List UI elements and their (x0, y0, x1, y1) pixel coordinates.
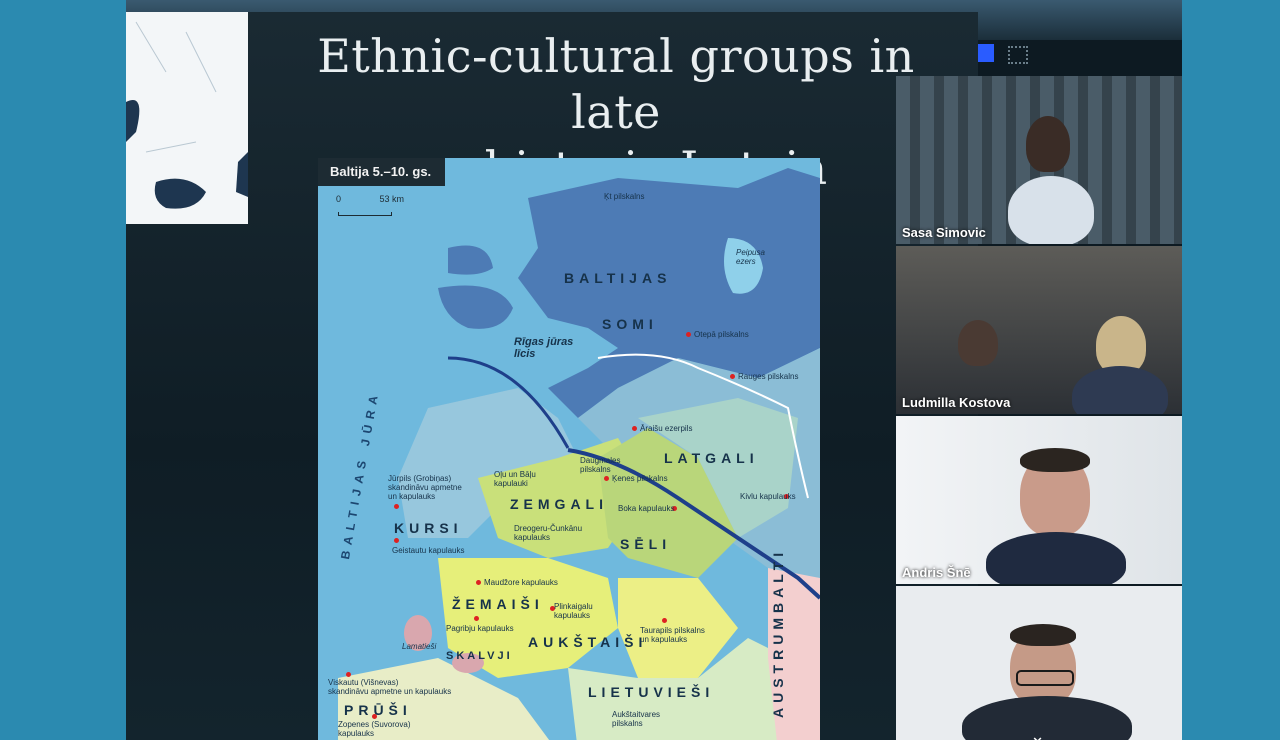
participant-panel: Sasa Simovic Ludmilla Kostova Andris Šnē… (896, 76, 1182, 740)
region-somi: SOMI (602, 316, 658, 332)
participant-4-hair (1010, 624, 1076, 646)
region-latgali: LATGALI (664, 450, 759, 466)
scale-start: 0 (336, 194, 342, 204)
region-kursi: KURSI (394, 520, 463, 536)
place-taurapils: Taurapils pilskalns un kapulauks (640, 626, 705, 644)
speaker-view-icon[interactable] (978, 44, 994, 62)
place-maudzore: Maudžore kapulauks (484, 578, 558, 587)
video-call-window: Ethnic-cultural groups in late prehistor… (126, 0, 1182, 740)
participant-4-body (962, 696, 1132, 740)
place-otepa: Otepā pilskalns (694, 330, 749, 339)
place-dreogeru: Dreogeru-Čunkānu kapulauks (514, 524, 583, 542)
scale-end: 53 km (379, 194, 405, 204)
place-daugmales: Daugmales pilskalns (580, 456, 621, 474)
participant-3-hair (1020, 448, 1090, 472)
place-rauges: Rauges pilskalns (738, 372, 799, 381)
participant-1-name: Sasa Simovic (902, 225, 986, 240)
left-background (0, 0, 126, 740)
participant-tile-3[interactable]: Andris Šnē (896, 416, 1182, 584)
place-kapsala: Ķt pilskalns (604, 192, 645, 201)
region-baltijas: BALTIJAS (564, 270, 672, 286)
place-pagribju: Pagribju kapulauks (446, 624, 514, 633)
place-viskautu: Viskautu (Višnevas) skandināvu apmetne u… (328, 678, 452, 696)
chevron-down-icon[interactable]: ⌄ (1030, 726, 1045, 740)
baltic-map: Baltija 5.–10. gs. 0 53 km BALTIJAS SOMI… (318, 158, 820, 740)
view-toolbar (978, 44, 1068, 70)
participant-2a-head (958, 320, 998, 366)
participant-2-name: Ludmilla Kostova (902, 395, 1011, 410)
europe-thumbnail-map (126, 12, 248, 224)
place-lamatiesi: Lamatieši (402, 642, 437, 651)
participant-tile-4[interactable]: ⌄ (896, 586, 1182, 740)
region-aukstaisi: AUKŠTAIŠI (528, 634, 648, 650)
right-background (1182, 0, 1280, 740)
place-araisu: Āraišu ezerpils (640, 424, 693, 433)
slide-title-line1: Ethnic-cultural groups in late (317, 29, 915, 139)
place-geistautu: Geistautu kapulauks (392, 546, 465, 555)
place-plinkaigalu: Plinkaigalu kapulauks (554, 602, 593, 620)
place-aukstaitu: Aukštaitvares pilskalns (612, 710, 661, 728)
participant-3-body (986, 532, 1126, 584)
gallery-view-icon[interactable] (1008, 46, 1028, 64)
place-boka: Boka kapulauks (618, 504, 675, 513)
place-olu-balu: Oļu un Bāļu kapulauki (494, 470, 536, 488)
scale-bar (338, 212, 392, 216)
map-title-badge: Baltija 5.–10. gs. (318, 158, 446, 186)
place-zopenes: Zopenes (Suvorova) kapulauks (338, 720, 411, 738)
place-rigas-licis: Rīgas jūras līcis (514, 336, 574, 360)
region-zemgali: ZEMGALI (510, 496, 608, 512)
participant-1-body (1008, 176, 1094, 244)
region-zemaisi: ŽEMAIŠI (452, 596, 544, 612)
participant-4-glasses (1016, 670, 1074, 686)
place-peipusa: Peipusa ezers (736, 248, 765, 266)
region-prusi: PRŪŠI (344, 702, 412, 718)
participant-tile-1[interactable]: Sasa Simovic (896, 76, 1182, 244)
participant-tile-2[interactable]: Ludmilla Kostova (896, 246, 1182, 414)
place-kenes: Ķenes pilskalns (612, 474, 668, 483)
participant-1-head (1026, 116, 1070, 172)
shared-screen-slide: Ethnic-cultural groups in late prehistor… (126, 12, 978, 740)
region-austrumbalti: AUSTRUMBALTI (770, 547, 786, 718)
participant-3-name: Andris Šnē (902, 565, 971, 580)
map-scale: 0 53 km (336, 194, 404, 204)
region-skalvji: SKALVJI (446, 650, 513, 662)
region-seli: SĒLI (620, 536, 672, 552)
place-kivlu: Kivlu kapulauks (740, 492, 796, 501)
place-jurpils: Jūrpils (Grobiņas) skandināvu apmetne un… (388, 474, 462, 501)
region-lietuviesi: LIETUVIEŠI (588, 684, 715, 700)
